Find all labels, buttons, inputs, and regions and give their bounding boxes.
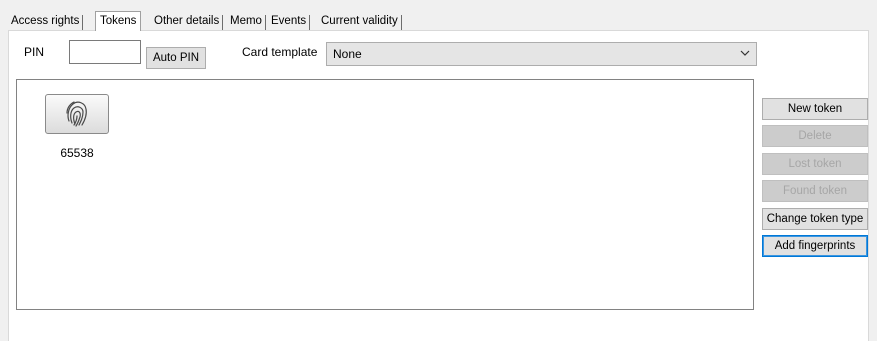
token-tile[interactable] (45, 94, 109, 134)
tab-label: Tokens (100, 15, 137, 27)
lost-token-button[interactable]: Lost token (762, 153, 868, 175)
add-fingerprints-button[interactable]: Add fingerprints (762, 235, 868, 257)
tab-memo[interactable]: Memo (227, 14, 266, 30)
found-token-button[interactable]: Found token (762, 180, 868, 202)
tab-access-rights[interactable]: Access rights (8, 14, 84, 30)
token-item[interactable]: 65538 (44, 94, 110, 160)
tab-label: Access rights (11, 15, 80, 27)
tab-label: Memo (230, 15, 262, 27)
tab-label: Other details (154, 15, 220, 27)
token-label: 65538 (60, 146, 94, 160)
card-template-label: Card template (242, 45, 318, 59)
tab-tokens[interactable]: Tokens (95, 11, 142, 31)
tab-events[interactable]: Events (268, 14, 311, 30)
card-template-value: None (333, 47, 362, 61)
pin-input[interactable] (69, 40, 141, 64)
pin-label: PIN (24, 45, 45, 59)
tab-label: Current validity (321, 15, 398, 27)
new-token-button[interactable]: New token (762, 98, 868, 120)
token-list[interactable]: 65538 (16, 79, 754, 310)
tab-other-details[interactable]: Other details (151, 14, 224, 30)
tab-current-validity[interactable]: Current validity (318, 14, 402, 30)
change-token-type-button[interactable]: Change token type (762, 208, 868, 230)
auto-pin-button[interactable]: Auto PIN (146, 47, 206, 69)
delete-button[interactable]: Delete (762, 125, 868, 147)
tab-strip: Access rights Tokens Other details Memo … (8, 11, 869, 31)
card-template-select[interactable]: None (326, 42, 757, 66)
fingerprint-icon (66, 101, 87, 127)
tab-label: Events (271, 15, 307, 27)
chevron-down-icon (740, 50, 750, 56)
